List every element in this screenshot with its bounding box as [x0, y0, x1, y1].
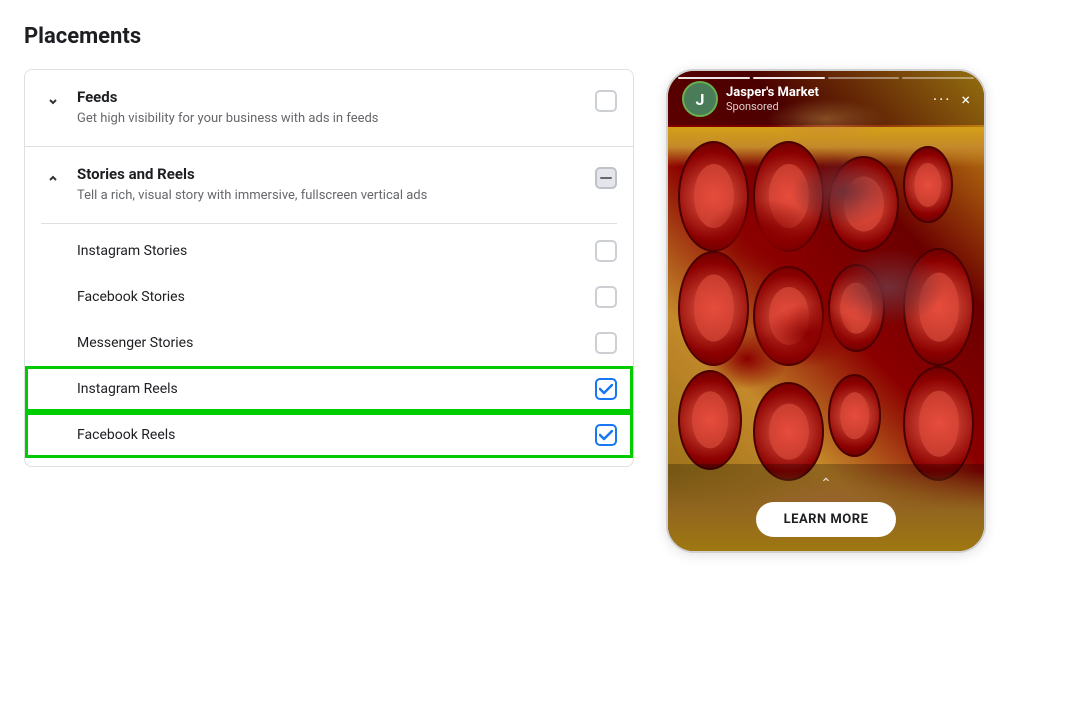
page-title: Placements	[24, 24, 1056, 49]
instagram-stories-checkbox[interactable]	[595, 240, 617, 262]
facebook-stories-label: Facebook Stories	[77, 289, 583, 305]
sub-items-list: Instagram Stories Facebook Stories Messe…	[25, 224, 633, 466]
stories-reels-header: Stories and Reels Tell a rich, visual st…	[25, 147, 633, 223]
stories-reels-content: Stories and Reels Tell a rich, visual st…	[77, 165, 583, 205]
feeds-checkbox[interactable]	[595, 90, 617, 112]
phone-top-bar: J Jasper's Market Sponsored ··· ×	[668, 71, 984, 125]
feeds-checkbox-area	[595, 90, 617, 112]
swipe-up-icon: ⌃	[820, 476, 832, 492]
feeds-description: Get high visibility for your business wi…	[77, 110, 583, 128]
feeds-toggle[interactable]	[41, 90, 65, 114]
left-panel: Feeds Get high visibility for your busin…	[24, 69, 634, 467]
feeds-header: Feeds Get high visibility for your busin…	[25, 70, 633, 146]
phone-mockup: J Jasper's Market Sponsored ··· ×	[666, 69, 986, 553]
instagram-reels-checkbox[interactable]	[595, 378, 617, 400]
stories-reels-checkbox-area	[595, 167, 617, 189]
stories-reels-description: Tell a rich, visual story with immersive…	[77, 187, 583, 205]
stories-reels-toggle[interactable]	[41, 167, 65, 191]
phone-bottom-bar: ⌃ LEARN MORE	[668, 464, 984, 551]
feeds-section: Feeds Get high visibility for your busin…	[24, 69, 634, 147]
stories-reels-checkbox[interactable]	[595, 167, 617, 189]
facebook-reels-item: Facebook Reels	[25, 412, 633, 458]
feeds-title: Feeds	[77, 88, 583, 106]
avatar: J	[682, 81, 718, 117]
messenger-stories-label: Messenger Stories	[77, 335, 583, 351]
facebook-reels-checkbox[interactable]	[595, 424, 617, 446]
progress-bar-3	[828, 77, 900, 79]
phone-username: Jasper's Market	[726, 85, 933, 100]
stories-reels-title: Stories and Reels	[77, 165, 583, 183]
instagram-stories-label: Instagram Stories	[77, 243, 583, 259]
phone-actions: ··· ×	[933, 90, 970, 109]
stories-reels-section: Stories and Reels Tell a rich, visual st…	[24, 147, 634, 467]
messenger-stories-item: Messenger Stories	[25, 320, 633, 366]
facebook-stories-item: Facebook Stories	[25, 274, 633, 320]
messenger-stories-checkbox[interactable]	[595, 332, 617, 354]
progress-bars	[678, 77, 974, 79]
main-layout: Feeds Get high visibility for your busin…	[24, 69, 1056, 553]
facebook-stories-checkbox[interactable]	[595, 286, 617, 308]
phone-dots-icon[interactable]: ···	[933, 90, 952, 109]
progress-bar-4	[902, 77, 974, 79]
phone-inner: J Jasper's Market Sponsored ··· ×	[668, 71, 984, 551]
phone-user-info: Jasper's Market Sponsored	[726, 85, 933, 113]
phone-frame: J Jasper's Market Sponsored ··· ×	[666, 69, 986, 553]
phone-sponsored: Sponsored	[726, 100, 933, 113]
progress-bar-2	[753, 77, 825, 79]
progress-bar-1	[678, 77, 750, 79]
instagram-stories-item: Instagram Stories	[25, 228, 633, 274]
phone-close-icon[interactable]: ×	[961, 90, 970, 109]
instagram-reels-label: Instagram Reels	[77, 381, 583, 397]
instagram-reels-item: Instagram Reels	[25, 366, 633, 412]
cta-button[interactable]: LEARN MORE	[756, 502, 897, 537]
feeds-content: Feeds Get high visibility for your busin…	[77, 88, 583, 128]
facebook-reels-label: Facebook Reels	[77, 427, 583, 443]
